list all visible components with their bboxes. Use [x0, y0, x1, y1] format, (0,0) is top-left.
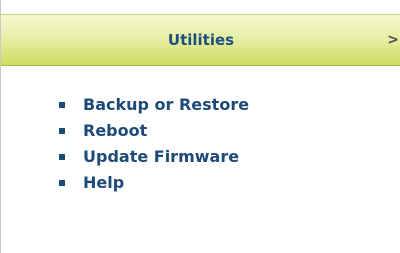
menu-item-label[interactable]: Help: [83, 173, 124, 192]
menu-item-label[interactable]: Update Firmware: [83, 147, 239, 166]
utilities-panel: Utilities > Backup or Restore Reboot Upd…: [0, 0, 400, 253]
panel-header: Utilities >: [1, 14, 400, 66]
bullet-icon: [59, 154, 65, 160]
menu-item-help[interactable]: Help: [57, 170, 249, 196]
bullet-icon: [59, 180, 65, 186]
bullet-icon: [59, 128, 65, 134]
page-title: Utilities: [167, 31, 235, 49]
menu-item-update-firmware[interactable]: Update Firmware: [57, 144, 249, 170]
menu-item-reboot[interactable]: Reboot: [57, 118, 249, 144]
menu-item-label[interactable]: Backup or Restore: [83, 95, 249, 114]
chevron-right-icon[interactable]: >: [387, 15, 399, 65]
utilities-menu: Backup or Restore Reboot Update Firmware…: [57, 92, 249, 196]
bullet-icon: [59, 102, 65, 108]
menu-item-backup-restore[interactable]: Backup or Restore: [57, 92, 249, 118]
menu-item-label[interactable]: Reboot: [83, 121, 147, 140]
